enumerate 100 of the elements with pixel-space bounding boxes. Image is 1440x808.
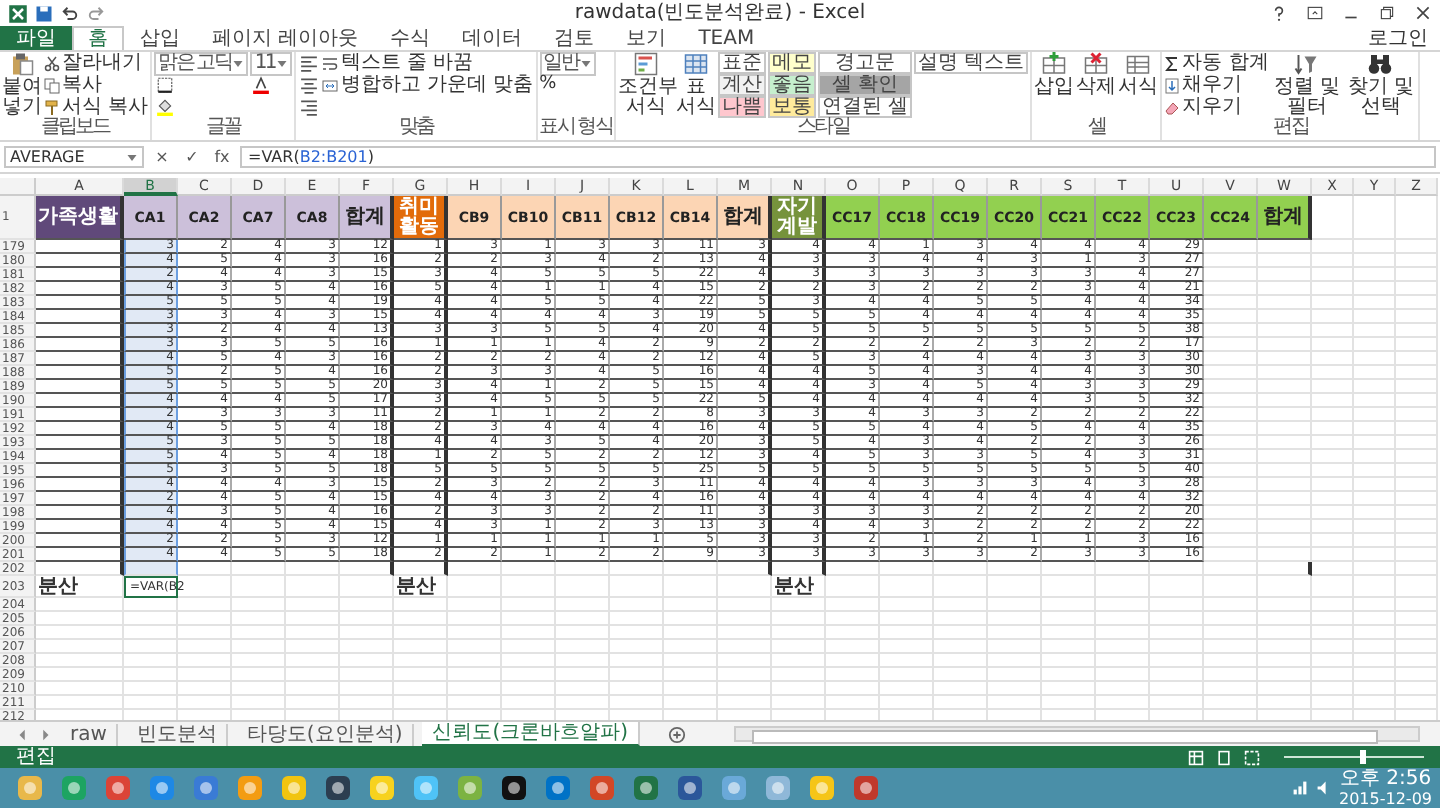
next-sheet-icon[interactable] xyxy=(38,727,52,741)
ribbon-tab[interactable]: 홈 xyxy=(72,26,124,50)
slider-thumb[interactable] xyxy=(1359,750,1365,764)
close-icon[interactable] xyxy=(1414,4,1432,22)
eraser-icon xyxy=(1164,99,1181,115)
taskbar-app-icon[interactable] xyxy=(808,774,836,802)
ribbon-button[interactable]: 표 서식 xyxy=(675,52,716,118)
fill-down-icon xyxy=(1164,77,1181,93)
borders-icon[interactable] xyxy=(154,74,177,96)
ribbon-button[interactable]: 자동 합계 xyxy=(1164,52,1269,74)
cell-style-button[interactable]: 계산 xyxy=(717,74,766,96)
merge-cells-icon xyxy=(322,77,339,93)
taskbar-app-icon[interactable] xyxy=(676,774,704,802)
formula-button[interactable]: ✓ xyxy=(180,148,204,166)
cell-style-button[interactable]: 설명 텍스트 xyxy=(914,52,1029,74)
window-title: rawdata(빈도분석완료) - Excel xyxy=(572,0,868,27)
restore-icon[interactable] xyxy=(1378,4,1396,22)
dropdown-field[interactable]: 일반 xyxy=(539,52,596,75)
normal-view-icon[interactable] xyxy=(1188,749,1204,765)
ribbon-tab[interactable]: 검토 xyxy=(538,26,611,50)
ribbon-button[interactable]: 붙여넣기 xyxy=(2,52,42,118)
taskbar-app-icon[interactable] xyxy=(324,774,352,802)
taskbar-app-icon[interactable] xyxy=(632,774,660,802)
cell-style-button[interactable]: 표준 xyxy=(717,52,766,74)
format-button[interactable]: % xyxy=(539,74,557,96)
taskbar-app-icon[interactable] xyxy=(500,774,528,802)
save-icon[interactable] xyxy=(34,3,54,23)
ribbon-button[interactable]: 정렬 및 필터 xyxy=(1270,52,1343,118)
previous-sheet-icon[interactable] xyxy=(16,727,30,741)
ribbon-button[interactable]: 서식 복사 xyxy=(44,96,149,118)
ribbon-button[interactable]: 서식 xyxy=(1118,52,1159,118)
group-label: 스타일 xyxy=(795,118,852,138)
ribbon-button[interactable]: 병합하고 가운데 맞춤 xyxy=(322,74,534,96)
group-label: 편집 xyxy=(1271,118,1310,138)
ribbon-tab[interactable]: 파일 xyxy=(0,26,72,50)
sort-filter-icon xyxy=(1294,52,1319,76)
ribbon-button[interactable]: 잘라내기 xyxy=(44,52,142,74)
ribbon-options-icon[interactable] xyxy=(1306,4,1324,22)
formula-button[interactable]: fx xyxy=(210,148,234,166)
table-cell: 분산 xyxy=(772,576,826,598)
ribbon-tab[interactable]: 수식 xyxy=(374,26,447,50)
ribbon-button[interactable]: 조건부 서식 xyxy=(617,52,674,118)
dropdown-field[interactable]: 11 xyxy=(250,52,293,75)
ribbon-button[interactable]: 삭제 xyxy=(1076,52,1117,118)
table-icon xyxy=(683,52,708,76)
copy-icon xyxy=(44,77,60,93)
wrap-text-icon xyxy=(322,55,339,71)
ribbon-tab[interactable]: 삽입 xyxy=(124,26,196,50)
horizontal-scrollbar[interactable] xyxy=(734,726,1420,742)
ribbon-button[interactable]: 복사 xyxy=(44,74,102,96)
ribbon-button[interactable]: 찾기 및 선택 xyxy=(1344,52,1417,118)
network-icon[interactable] xyxy=(1291,780,1307,796)
formula-button[interactable]: × xyxy=(150,148,174,166)
status-text: 편집 xyxy=(16,746,56,768)
clock-date: 2015-12-09 xyxy=(1339,789,1432,807)
cell-style-button[interactable]: 보통 xyxy=(767,96,816,118)
paint-bucket-icon[interactable] xyxy=(154,96,177,118)
help-icon[interactable] xyxy=(1270,4,1288,22)
clock[interactable]: 오후 2:56 2015-12-09 xyxy=(1339,769,1432,807)
align-center-icon[interactable] xyxy=(298,74,321,96)
column-title: 합계 xyxy=(718,196,772,240)
ribbon-button[interactable]: 삽입 xyxy=(1034,52,1075,118)
sheet-tab[interactable]: 신뢰도(크론바흐알파) xyxy=(422,722,641,746)
volume-icon[interactable] xyxy=(1315,780,1331,796)
scissors-icon xyxy=(44,55,60,71)
caret-icon xyxy=(126,151,138,163)
undo-icon[interactable] xyxy=(60,3,80,23)
page-layout-icon[interactable] xyxy=(1216,749,1232,765)
ribbon-tab[interactable]: TEAM xyxy=(682,26,771,50)
sign-in-link[interactable]: 로그인 xyxy=(1368,26,1428,50)
cell-style-button[interactable]: 좋음 xyxy=(767,74,816,96)
add-sheet-icon[interactable] xyxy=(668,725,687,743)
formula-input[interactable]: =VAR(B2:B201) xyxy=(240,146,1436,168)
taskbar-app-icon[interactable] xyxy=(852,774,880,802)
ribbon-button[interactable]: 채우기 xyxy=(1164,74,1243,96)
cell-style-button[interactable]: 경고문 xyxy=(817,52,913,74)
ribbon-button[interactable]: 텍스트 줄 바꿈 xyxy=(322,52,474,74)
cell-style-button[interactable]: 연결된 셀 xyxy=(817,96,913,118)
caret-icon xyxy=(276,57,289,69)
taskbar-app-icon[interactable] xyxy=(368,774,396,802)
taskbar-app-icon[interactable] xyxy=(280,774,308,802)
page-break-icon[interactable] xyxy=(1244,749,1260,765)
cell-style-button[interactable]: 나쁨 xyxy=(717,96,766,118)
align-right-icon[interactable] xyxy=(298,96,321,118)
ribbon-tab[interactable]: 데이터 xyxy=(446,26,539,50)
caret-icon xyxy=(579,57,592,69)
ribbon-tab[interactable]: 보기 xyxy=(610,26,683,50)
color-bar-icon[interactable] xyxy=(250,74,273,96)
ribbon-button[interactable]: 지우기 xyxy=(1164,96,1243,118)
dropdown-field[interactable]: 맑은 고딕 xyxy=(154,52,249,75)
cell-style-button[interactable]: 메모 xyxy=(767,52,816,74)
cell-style-button[interactable]: 셀 확인 xyxy=(817,74,913,96)
ribbon-tab[interactable]: 페이지 레이아웃 xyxy=(196,26,375,50)
align-left-icon[interactable] xyxy=(298,52,321,74)
group-label: 셀 xyxy=(1085,118,1108,138)
column-title: 자기계발 xyxy=(772,196,826,240)
column-title: 합계 xyxy=(1258,196,1312,240)
taskbar-app-icon[interactable] xyxy=(16,774,44,802)
group-label: 클립보드 xyxy=(38,118,113,138)
name-box[interactable]: AVERAGE xyxy=(4,146,144,168)
